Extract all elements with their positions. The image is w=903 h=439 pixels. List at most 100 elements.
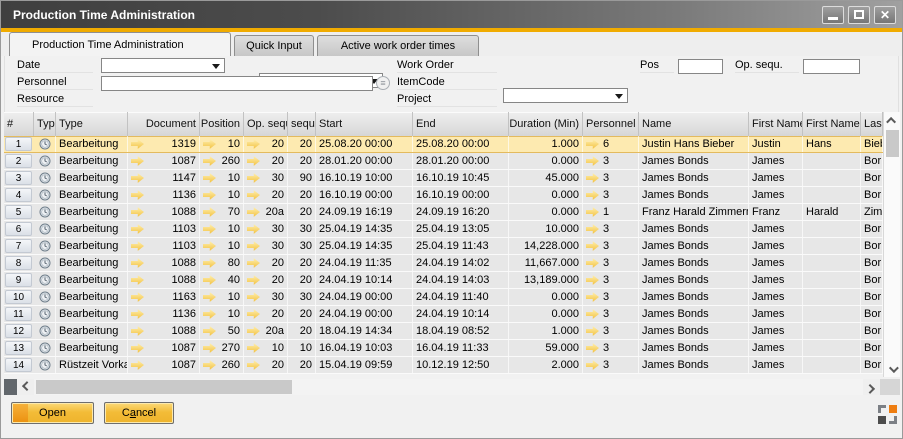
table-row[interactable]: 12Bearbeitung10885020a2018.04.19 14:3418… — [4, 323, 883, 340]
link-arrow-icon[interactable] — [203, 258, 216, 269]
link-arrow-icon[interactable] — [247, 241, 260, 252]
table-row[interactable]: 13Bearbeitung1087270101016.04.19 10:0316… — [4, 340, 883, 357]
column-header-fn2[interactable]: First Name 2 — [803, 112, 861, 136]
date-from-dropdown[interactable] — [101, 58, 225, 73]
link-arrow-icon[interactable] — [131, 258, 144, 269]
row-number[interactable]: 6 — [5, 222, 32, 236]
table-row[interactable]: 14Rüstzeit Vorkalku1087260202015.04.19 0… — [4, 357, 883, 374]
link-arrow-icon[interactable] — [131, 139, 144, 150]
pos-input[interactable] — [678, 59, 723, 74]
column-header-per[interactable]: Personnel — [583, 112, 639, 136]
table-row[interactable]: 10Bearbeitung116310303024.04.19 00:0024.… — [4, 289, 883, 306]
row-number[interactable]: 11 — [5, 307, 32, 321]
row-number[interactable]: 8 — [5, 256, 32, 270]
maximize-button[interactable] — [848, 6, 870, 24]
horizontal-scroll-track[interactable] — [34, 379, 863, 395]
horizontal-scrollbar[interactable] — [4, 379, 900, 395]
selection-list-icon[interactable]: ≡ — [376, 76, 390, 90]
column-header-ops[interactable]: Op. sequ. — [244, 112, 288, 136]
row-number[interactable]: 2 — [5, 154, 32, 168]
link-arrow-icon[interactable] — [203, 139, 216, 150]
column-header-last[interactable]: Last — [861, 112, 883, 136]
link-arrow-icon[interactable] — [203, 275, 216, 286]
link-arrow-icon[interactable] — [131, 326, 144, 337]
scroll-up-button[interactable] — [884, 112, 901, 128]
column-header-fn[interactable]: First Name — [749, 112, 803, 136]
column-header-num[interactable]: # — [4, 112, 34, 136]
link-arrow-icon[interactable] — [131, 241, 144, 252]
link-arrow-icon[interactable] — [131, 224, 144, 235]
link-arrow-icon[interactable] — [203, 360, 216, 371]
link-arrow-icon[interactable] — [586, 275, 599, 286]
row-number[interactable]: 13 — [5, 341, 32, 355]
minimize-button[interactable] — [822, 6, 844, 24]
link-arrow-icon[interactable] — [203, 241, 216, 252]
row-number[interactable]: 4 — [5, 188, 32, 202]
scroll-down-button[interactable] — [884, 361, 901, 377]
link-arrow-icon[interactable] — [247, 224, 260, 235]
link-arrow-icon[interactable] — [131, 275, 144, 286]
column-header-dur[interactable]: Duration (Min) — [509, 112, 583, 136]
vertical-scroll-thumb[interactable] — [886, 130, 899, 157]
link-arrow-icon[interactable] — [131, 292, 144, 303]
link-arrow-icon[interactable] — [247, 258, 260, 269]
link-arrow-icon[interactable] — [247, 292, 260, 303]
link-arrow-icon[interactable] — [247, 156, 260, 167]
link-arrow-icon[interactable] — [131, 343, 144, 354]
row-number[interactable]: 7 — [5, 239, 32, 253]
link-arrow-icon[interactable] — [247, 139, 260, 150]
scroll-right-button[interactable] — [863, 379, 880, 395]
column-header-end[interactable]: End — [413, 112, 509, 136]
table-row[interactable]: 3Bearbeitung114710309016.10.19 10:0016.1… — [4, 170, 883, 187]
table-row[interactable]: 8Bearbeitung108880202024.04.19 11:3524.0… — [4, 255, 883, 272]
link-arrow-icon[interactable] — [203, 207, 216, 218]
link-arrow-icon[interactable] — [247, 326, 260, 337]
link-arrow-icon[interactable] — [247, 207, 260, 218]
column-header-typ[interactable]: Typ — [34, 112, 56, 136]
splitter-box[interactable] — [4, 379, 17, 395]
tab-production-time-administration[interactable]: Production Time Administration — [9, 32, 231, 56]
link-arrow-icon[interactable] — [247, 275, 260, 286]
close-button[interactable]: ✕ — [874, 6, 896, 24]
link-arrow-icon[interactable] — [247, 360, 260, 371]
open-button[interactable]: Open — [11, 402, 94, 424]
table-row[interactable]: 4Bearbeitung113610202016.10.19 00:0016.1… — [4, 187, 883, 204]
tab-quick-input[interactable]: Quick Input — [234, 35, 314, 56]
row-number[interactable]: 14 — [5, 358, 32, 372]
link-arrow-icon[interactable] — [586, 292, 599, 303]
table-row[interactable]: 7Bearbeitung110310303025.04.19 14:3525.0… — [4, 238, 883, 255]
personnel-input[interactable] — [101, 76, 373, 91]
link-arrow-icon[interactable] — [131, 360, 144, 371]
tab-active-work-order-times[interactable]: Active work order times — [317, 35, 479, 56]
link-arrow-icon[interactable] — [586, 258, 599, 269]
column-header-type[interactable]: Type — [56, 112, 128, 136]
link-arrow-icon[interactable] — [203, 190, 216, 201]
horizontal-scroll-thumb[interactable] — [36, 380, 292, 394]
table-row[interactable]: 1Bearbeitung131910202025.08.20 00:0025.0… — [4, 136, 883, 153]
link-arrow-icon[interactable] — [203, 343, 216, 354]
link-arrow-icon[interactable] — [131, 190, 144, 201]
link-arrow-icon[interactable] — [586, 343, 599, 354]
link-arrow-icon[interactable] — [203, 173, 216, 184]
link-arrow-icon[interactable] — [247, 343, 260, 354]
link-arrow-icon[interactable] — [131, 173, 144, 184]
row-number[interactable]: 5 — [5, 205, 32, 219]
link-arrow-icon[interactable] — [131, 207, 144, 218]
link-arrow-icon[interactable] — [247, 173, 260, 184]
link-arrow-icon[interactable] — [203, 156, 216, 167]
link-arrow-icon[interactable] — [586, 326, 599, 337]
row-number[interactable]: 1 — [5, 137, 32, 151]
link-arrow-icon[interactable] — [586, 139, 599, 150]
op-sequ-input[interactable] — [803, 59, 860, 74]
scroll-left-button[interactable] — [17, 379, 34, 395]
link-arrow-icon[interactable] — [586, 309, 599, 320]
link-arrow-icon[interactable] — [203, 292, 216, 303]
link-arrow-icon[interactable] — [203, 224, 216, 235]
link-arrow-icon[interactable] — [586, 190, 599, 201]
row-number[interactable]: 10 — [5, 290, 32, 304]
row-number[interactable]: 12 — [5, 324, 32, 338]
link-arrow-icon[interactable] — [586, 156, 599, 167]
cancel-button[interactable]: Cancel — [104, 402, 174, 424]
row-number[interactable]: 9 — [5, 273, 32, 287]
table-row[interactable]: 2Bearbeitung1087260202028.01.20 00:0028.… — [4, 153, 883, 170]
